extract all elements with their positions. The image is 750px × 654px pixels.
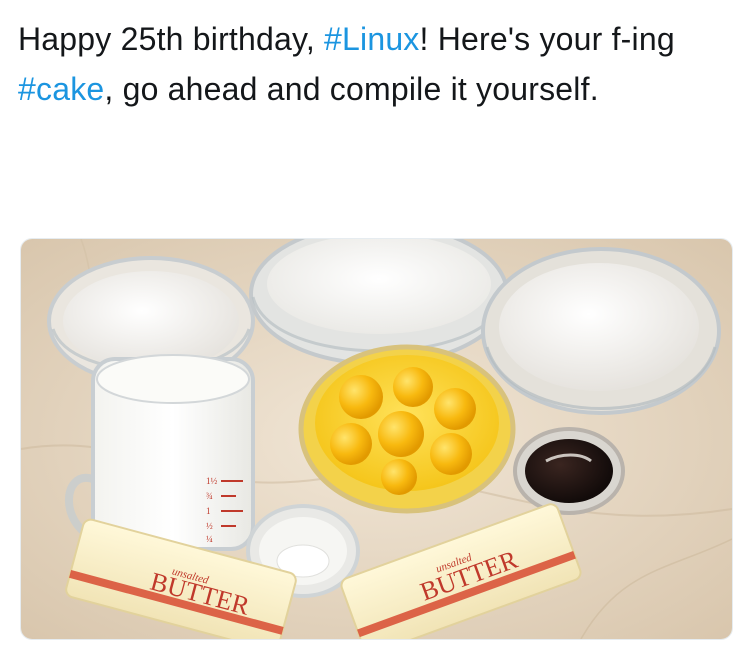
- tweet-media-photo[interactable]: 1½ ¾ 1 ½ ¼ unsalted BUTTER unsalted BUTT…: [20, 238, 733, 640]
- cup-mark-label: 1: [206, 506, 211, 516]
- tweet-text: Happy 25th birthday, #Linux! Here's your…: [18, 14, 732, 114]
- egg-yolk: [339, 375, 383, 419]
- cup-mark-label: ¾: [206, 491, 213, 501]
- egg-yolk: [393, 367, 433, 407]
- milk-measuring-cup: 1½ ¾ 1 ½ ¼: [65, 354, 255, 551]
- cup-mark-label: 1½: [206, 476, 218, 486]
- tweet-text-part-3: , go ahead and compile it yourself.: [104, 71, 599, 107]
- hashtag-linux-link[interactable]: #Linux: [324, 21, 420, 57]
- cup-mark-label: ¼: [206, 534, 213, 544]
- egg-yolk: [434, 388, 476, 430]
- egg-yolk: [330, 423, 372, 465]
- sugar-bowl: [249, 239, 509, 366]
- egg-bowl: [298, 344, 516, 514]
- flour-bowl-right: [481, 247, 721, 415]
- cake-ingredients-illustration: 1½ ¾ 1 ½ ¼ unsalted BUTTER unsalted BUTT…: [21, 239, 732, 639]
- cup-mark-label: ½: [206, 521, 213, 531]
- vanilla-extract-dish: [513, 427, 625, 515]
- tweet-text-part-2: ! Here's your f-ing: [419, 21, 675, 57]
- egg-yolk: [378, 411, 424, 457]
- egg-yolk: [381, 459, 417, 495]
- egg-yolk: [430, 433, 472, 475]
- hashtag-cake-link[interactable]: #cake: [18, 71, 104, 107]
- tweet-text-part-1: Happy 25th birthday,: [18, 21, 325, 57]
